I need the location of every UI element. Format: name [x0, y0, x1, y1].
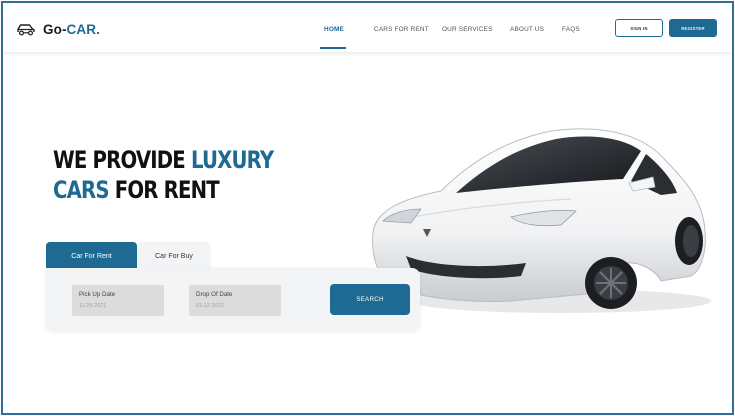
hero-headline: WE PROVIDE LUXURY CARS FOR RENT: [53, 146, 274, 204]
car-icon: [16, 23, 36, 36]
brand-name: Go-CAR.: [43, 22, 100, 37]
pickup-date-field[interactable]: Pick Up Date 11-29-2021: [72, 285, 164, 316]
nav-faqs[interactable]: FAQS: [562, 26, 580, 33]
sign-in-button[interactable]: SIGN IN: [615, 19, 663, 37]
tab-car-for-rent[interactable]: Car For Rent: [46, 242, 137, 270]
nav-about-us[interactable]: ABOUT US: [510, 26, 544, 33]
nav-cars-for-rent[interactable]: CARS FOR RENT: [374, 26, 429, 33]
dropoff-date-field[interactable]: Drop Of Date 01-12-2022: [189, 285, 281, 316]
register-button[interactable]: REGISTER: [669, 19, 717, 37]
booking-panel: Pick Up Date 11-29-2021 Drop Of Date 01-…: [46, 268, 420, 331]
tab-car-for-buy[interactable]: Car For Buy: [137, 242, 211, 270]
dropoff-date-label: Drop Of Date: [196, 291, 233, 298]
navbar: Go-CAR. HOME CARS FOR RENT OUR SERVICES …: [3, 3, 732, 52]
search-button[interactable]: SEARCH: [330, 284, 410, 315]
pickup-date-value: 11-29-2021: [79, 303, 107, 309]
active-nav-indicator: [320, 47, 346, 49]
dropoff-date-value: 01-12-2022: [196, 303, 224, 309]
pickup-date-label: Pick Up Date: [79, 291, 116, 298]
nav-our-services[interactable]: OUR SERVICES: [442, 26, 493, 33]
logo[interactable]: Go-CAR.: [16, 22, 100, 37]
nav-home[interactable]: HOME: [324, 26, 344, 33]
page-frame: Go-CAR. HOME CARS FOR RENT OUR SERVICES …: [1, 1, 734, 415]
